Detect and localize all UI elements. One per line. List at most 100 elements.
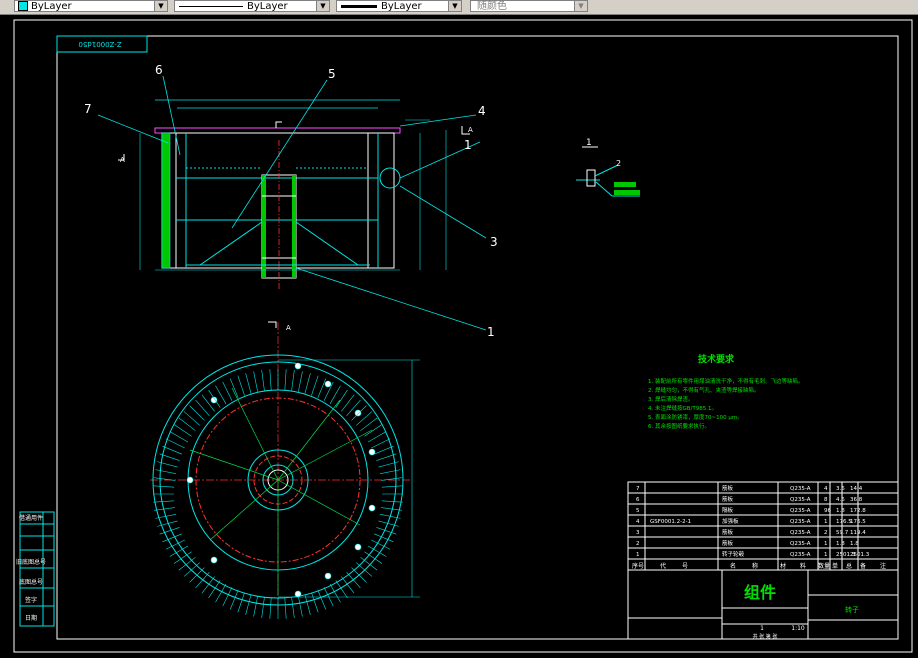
bill-of-materials: 组件 转子 1:10 1 共 张 第 张 7 筋板 Q235-A 4 3.6 14.4 6 筋… (627, 481, 899, 640)
rotor-tooth (222, 381, 233, 401)
svg-text:A: A (286, 324, 291, 332)
rotor-tooth (317, 589, 327, 610)
svg-text:签字: 签字 (25, 596, 37, 604)
bom-header-cell: 序号 (632, 562, 644, 570)
rotor-tooth (222, 587, 233, 607)
rotor-tooth (237, 592, 245, 613)
bom-cell: 3 (636, 530, 640, 536)
rotor-tooth (153, 485, 175, 488)
rotor-tooth (297, 371, 303, 393)
bom-cell: 1 (824, 541, 828, 547)
bom-header-cell: 注 (880, 562, 886, 570)
plotstyle-value: 随颜色 (477, 1, 507, 12)
left-side-table: 借通用件 旧底图总号 底图总号 签字 日期 (16, 511, 55, 627)
linetype-preview (179, 5, 243, 7)
svg-text:4. 未注焊缝按GB/T985.1。: 4. 未注焊缝按GB/T985.1。 (648, 404, 717, 412)
color-dropdown[interactable]: ByLayer ▼ (14, 0, 168, 12)
bom-cell: Q235-A (790, 519, 811, 525)
rotor-tooth (317, 378, 327, 399)
rotor-tooth (245, 594, 252, 615)
rotor-tooth (261, 597, 265, 618)
linetype-dropdown[interactable]: ByLayer ▼ (174, 0, 330, 12)
plan-view (150, 321, 420, 610)
svg-text:底图总号: 底图总号 (19, 578, 43, 586)
scale: 1:10 (791, 625, 805, 632)
quantity: 1 (760, 625, 764, 632)
rotor-tooth (379, 469, 401, 475)
svg-text:A: A (120, 156, 125, 164)
rotor-tooth (284, 597, 287, 619)
rotor-tooth (311, 375, 319, 396)
rotor-tooth (261, 370, 265, 391)
svg-text:旧底图总号: 旧底图总号 (16, 558, 46, 566)
rotor-tooth (297, 595, 303, 617)
lineweight-value: ByLayer (381, 1, 422, 12)
rotor-tooth (304, 373, 311, 394)
rotor-tooth (229, 589, 239, 610)
svg-text:借通用件: 借通用件 (19, 514, 43, 522)
bom-cell: Q235-A (790, 552, 811, 558)
bom-header-cell: 总 (846, 562, 852, 570)
svg-text:3. 焊后清除焊渣。: 3. 焊后清除焊渣。 (648, 395, 694, 403)
bom-cell: 5 (636, 508, 640, 514)
svg-text:6: 6 (155, 63, 163, 77)
bom-cell: 1 (636, 552, 640, 558)
rotor-tooth (237, 375, 245, 396)
rotor-tooth (335, 389, 348, 408)
bom-cell: 1.8 (836, 541, 845, 547)
bom-cell: 176.5 (850, 519, 866, 525)
bom-cell: 8 (824, 497, 828, 503)
detail-view: 1 2 (576, 138, 640, 197)
rotor-tooth (154, 507, 175, 511)
rotor-tooth (284, 369, 287, 391)
svg-text:日期: 日期 (25, 614, 37, 622)
lineweight-dropdown[interactable]: ByLayer ▼ (336, 0, 462, 12)
rotor-tooth (364, 424, 383, 437)
properties-toolbar: ByLayer ▼ ByLayer ▼ ByLayer ▼ 随颜色 ▼ (0, 0, 918, 15)
bom-header-cell: 单 (832, 562, 838, 570)
bom-header-cell: 材 (780, 562, 786, 570)
rotor-tooth (215, 385, 227, 405)
svg-text:5. 表面涂防锈漆，厚度70~100 μm。: 5. 表面涂防锈漆，厚度70~100 μm。 (648, 413, 743, 421)
svg-text:A: A (468, 126, 473, 134)
rotor-tooth (269, 369, 272, 391)
svg-text:1. 装配前所有零件用煤油清洗干净，不得有毛刺、飞边等缺陷。: 1. 装配前所有零件用煤油清洗干净，不得有毛刺、飞边等缺陷。 (648, 377, 804, 385)
rotor-tooth (291, 370, 295, 391)
bom-cell: 1 (824, 519, 828, 525)
rotor-tooth (253, 371, 259, 393)
bom-cell: 1.8 (850, 541, 859, 547)
rotor-tooth (155, 469, 177, 475)
rotor-tooth (229, 378, 239, 399)
svg-text:4: 4 (478, 104, 486, 118)
bom-cell: 4 (824, 486, 828, 492)
title-block-name: 组件 (744, 583, 776, 602)
linetype-value: ByLayer (247, 1, 288, 12)
bom-cell: Q235-A (790, 530, 811, 536)
rotor-tooth (381, 485, 403, 488)
rotor-tooth (381, 507, 402, 511)
bom-cell: 筋板 (722, 484, 734, 492)
rotor-tooth (304, 594, 311, 615)
rotor-tooth (269, 597, 272, 619)
bom-cell: Q235-A (790, 486, 811, 492)
svg-text:7: 7 (84, 102, 92, 116)
bom-cell: 7 (636, 486, 640, 492)
bom-cell: 1 (824, 552, 828, 558)
bom-cell: 4 (636, 519, 640, 525)
chevron-down-icon[interactable]: ▼ (316, 1, 329, 11)
bom-cell: 隔板 (722, 506, 734, 514)
callout-labels: 7 6 5 4 3 1 1 (84, 63, 498, 339)
bom-header-cell: 称 (752, 562, 758, 570)
part-name: 转子 (845, 605, 859, 614)
drawing-canvas[interactable]: Z-Z0001d50 借通用件 旧底图总号 底图总号 签字 日期 7 6 5 4… (0, 14, 918, 658)
chevron-down-icon[interactable]: ▼ (448, 1, 461, 11)
svg-text:5: 5 (328, 67, 336, 81)
rotor-tooth (162, 445, 183, 455)
bom-header-cell: 数量 (818, 562, 830, 570)
bom-cell: Q235-A (790, 541, 811, 547)
rotor-tooth (367, 431, 387, 443)
bom-header-cell: 料 (800, 562, 806, 570)
outer-frame (13, 19, 913, 653)
chevron-down-icon[interactable]: ▼ (154, 1, 167, 11)
plotstyle-dropdown[interactable]: 随颜色 ▼ (470, 0, 588, 12)
